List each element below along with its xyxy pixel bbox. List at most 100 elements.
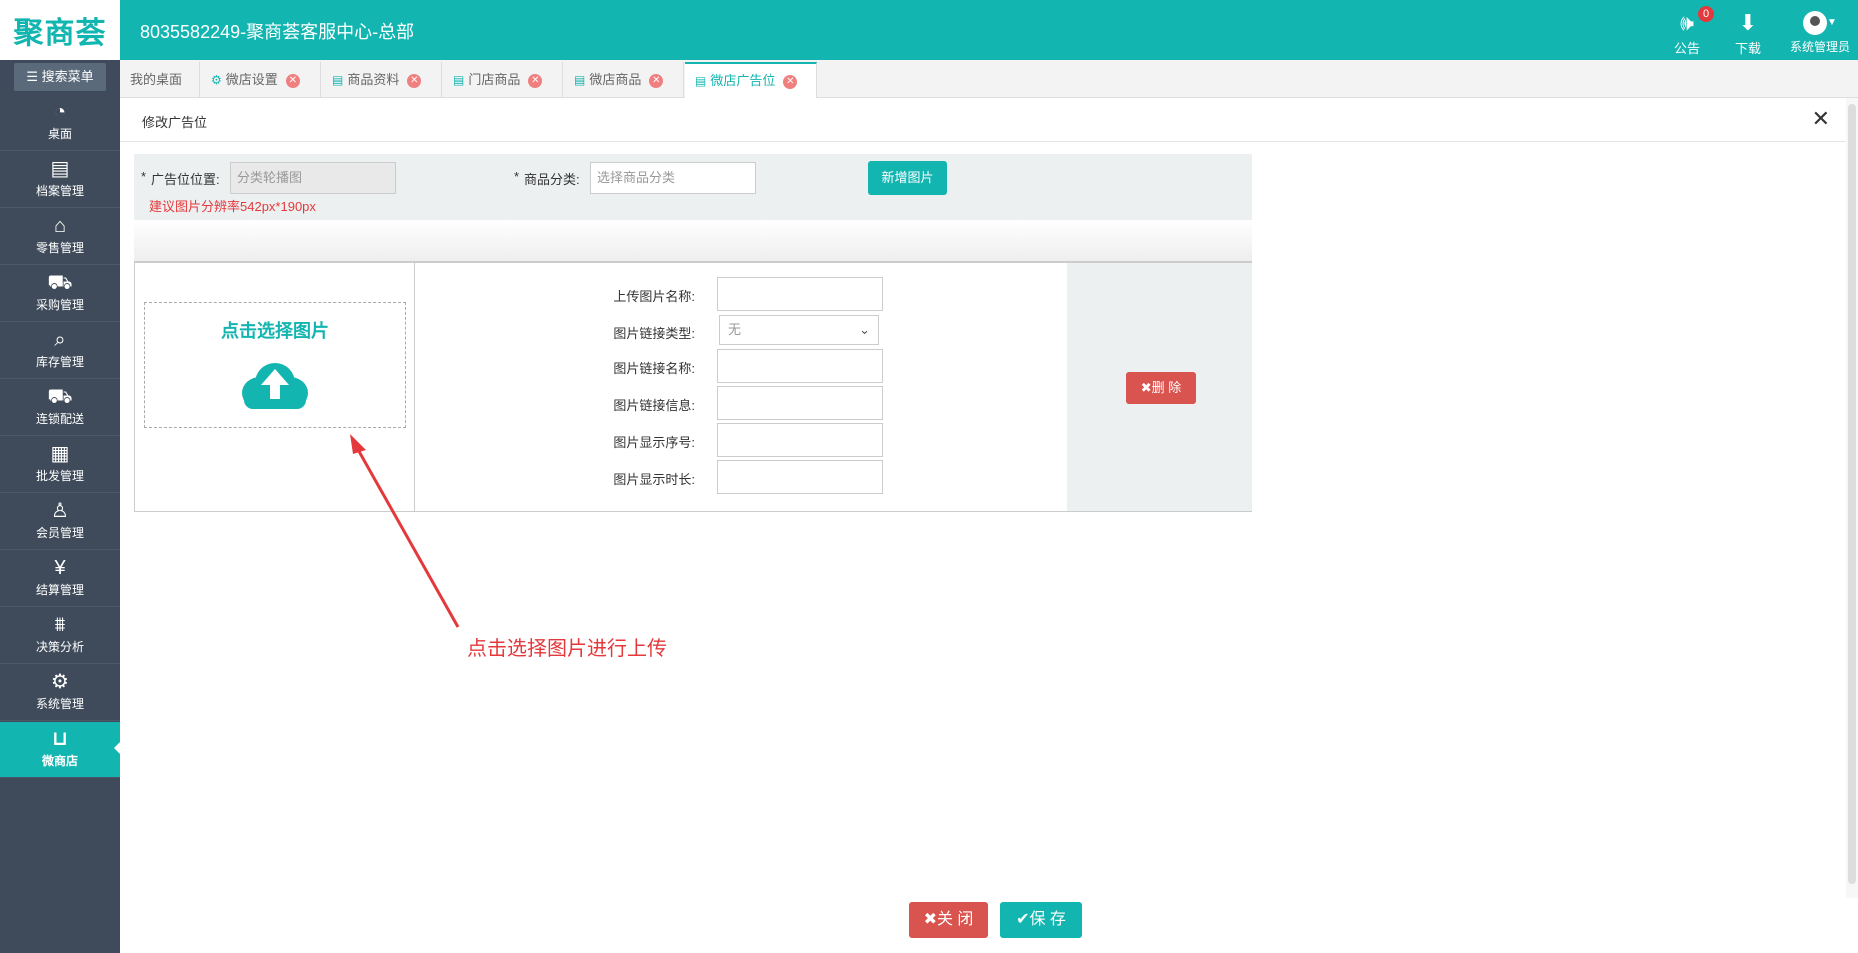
required-mark: * xyxy=(514,169,520,184)
position-label: 广告位位置: xyxy=(151,172,220,187)
sidebar-item-label: 桌面 xyxy=(47,127,72,141)
dashboard-icon: ◔ xyxy=(53,101,67,123)
resolution-hint: 建议图片分辨率542px*190px xyxy=(149,199,316,214)
cart-icon: ⛟ xyxy=(47,272,73,294)
category-label: 商品分类: xyxy=(524,172,580,187)
required-mark: * xyxy=(141,169,147,184)
sidebar-item-label: 决策分析 xyxy=(35,640,84,654)
notice-label: 公告 xyxy=(1673,41,1700,56)
search-menu-label: 搜索菜单 xyxy=(41,69,94,84)
sidebar-item-label: 档案管理 xyxy=(35,184,84,198)
link-info-input[interactable] xyxy=(717,386,883,420)
sidebar-item-label: 批发管理 xyxy=(35,469,84,483)
tab-product-info[interactable]: ▤ 商品资料 ✕ xyxy=(322,62,442,98)
field-label: 上传图片名称: xyxy=(613,289,695,304)
chevron-down-icon: ⌄ xyxy=(859,322,870,337)
field-label: 图片链接类型: xyxy=(613,326,695,341)
tab-label: 我的桌面 xyxy=(130,72,183,87)
tab-microstore-ads[interactable]: ▤ 微店广告位 ✕ xyxy=(685,62,817,99)
sidebar-item-label: 系统管理 xyxy=(35,697,84,711)
close-tab-icon[interactable]: ✕ xyxy=(649,73,664,88)
sidebar-item-desktop[interactable]: ◔ 桌面 xyxy=(0,95,120,151)
user-menu[interactable]: ▼ 系统管理员 xyxy=(1782,8,1858,56)
sidebar-item-purchase[interactable]: ⛟ 采购管理 xyxy=(0,266,120,322)
user-label: 系统管理员 xyxy=(1789,40,1850,54)
table-icon: ▤ xyxy=(332,73,344,87)
close-tab-icon[interactable]: ✕ xyxy=(783,74,798,89)
sidebar-item-label: 微商店 xyxy=(41,754,78,768)
avatar-icon xyxy=(1803,11,1828,35)
top-bar: 聚商荟 8035582249-聚商荟客服中心-总部 🕪 0 公告 ⬇ 下载 ▼ … xyxy=(0,0,1858,60)
sidebar-item-system[interactable]: ⚙ 系统管理 xyxy=(0,665,120,721)
table-icon: ▤ xyxy=(574,73,586,87)
truck-icon: ⛟ xyxy=(47,386,73,408)
save-button[interactable]: ✔保 存 xyxy=(1000,902,1082,938)
close-button[interactable]: ✖关 闭 xyxy=(909,902,988,938)
close-tab-icon[interactable]: ✕ xyxy=(528,73,543,88)
field-label: 图片链接名称: xyxy=(613,361,695,376)
display-order-input[interactable] xyxy=(717,423,883,457)
sidebar-item-microstore[interactable]: ⊔ 微商店 xyxy=(0,722,120,778)
sidebar-item-label: 连锁配送 xyxy=(35,412,84,426)
download-label: 下载 xyxy=(1734,41,1761,56)
link-type-value: 无 xyxy=(728,322,742,337)
scrollbar-thumb[interactable] xyxy=(1848,104,1856,884)
annotation-text: 点击选择图片进行上传 xyxy=(467,638,667,660)
field-label: 图片显示序号: xyxy=(613,435,695,450)
sidebar-item-delivery[interactable]: ⛟ 连锁配送 xyxy=(0,380,120,436)
sidebar-item-label: 零售管理 xyxy=(35,241,84,255)
tab-label: 微店设置 xyxy=(225,72,278,87)
delete-button[interactable]: ✖删 除 xyxy=(1126,372,1196,404)
field-label: 图片显示时长: xyxy=(613,472,695,487)
link-type-select[interactable]: 无 ⌄ xyxy=(719,315,879,345)
scrollbar[interactable] xyxy=(1846,98,1858,898)
link-name-input[interactable] xyxy=(717,349,883,383)
category-select-input[interactable]: 选择商品分类 xyxy=(590,162,756,194)
display-duration-input[interactable] xyxy=(717,460,883,494)
tab-microstore-products[interactable]: ▤ 微店商品 ✕ xyxy=(564,62,684,98)
sidebar: ☰ 搜索菜单 ◔ 桌面 ▤ 档案管理 ⌂ 零售管理 ⛟ 采购管理 ⌕ 库存管理 ⛟ 连锁配送… xyxy=(0,60,120,953)
image-name-input[interactable] xyxy=(717,277,883,311)
image-item: 点击选择图片 上传图片名称: 图片链接类型: 无 ⌄ 图片链接名称: 图片链接信息… xyxy=(134,262,1252,512)
download-icon: ⬇ xyxy=(1738,10,1758,35)
yen-icon: ¥ xyxy=(54,557,66,579)
section-divider xyxy=(134,220,1252,262)
sidebar-item-member[interactable]: ♙ 会员管理 xyxy=(0,494,120,550)
bag-icon: ⊔ xyxy=(52,728,68,750)
tab-my-desktop[interactable]: 我的桌面 xyxy=(120,62,200,98)
tab-store-products[interactable]: ▤ 门店商品 ✕ xyxy=(443,62,563,98)
image-action-cell: ✖删 除 xyxy=(1067,263,1252,511)
logo: 聚商荟 xyxy=(0,0,120,60)
sidebar-item-label: 库存管理 xyxy=(35,355,84,369)
add-image-button[interactable]: 新增图片 xyxy=(868,161,947,195)
sidebar-item-wholesale[interactable]: ▦ 批发管理 xyxy=(0,437,120,493)
panel-header: 修改广告位 ✕ xyxy=(120,98,1846,142)
field-label: 图片链接信息: xyxy=(613,398,695,413)
table-icon: ▤ xyxy=(695,74,707,88)
menu-list-icon: ☰ xyxy=(26,69,42,84)
gear-icon: ⚙ xyxy=(51,671,69,693)
close-icon[interactable]: ✕ xyxy=(1812,106,1830,132)
position-field: 分类轮播图 xyxy=(230,162,396,194)
document-icon: ▦ xyxy=(50,443,70,465)
gear-icon: ⚙ xyxy=(211,73,222,87)
chevron-down-icon: ▼ xyxy=(1827,17,1837,28)
app-title: 8035582249-聚商荟客服中心-总部 xyxy=(140,22,415,42)
close-tab-icon[interactable]: ✕ xyxy=(285,73,300,88)
chart-icon: ⩩ xyxy=(54,614,66,636)
tab-label: 微店广告位 xyxy=(710,73,776,88)
notice-button[interactable]: 🕪 0 公告 xyxy=(1652,6,1722,56)
table-icon: ▤ xyxy=(453,73,465,87)
tab-microstore-settings[interactable]: ⚙ 微店设置 ✕ xyxy=(201,62,321,98)
tab-label: 门店商品 xyxy=(468,72,521,87)
sidebar-item-settlement[interactable]: ¥ 结算管理 xyxy=(0,551,120,607)
sidebar-item-analysis[interactable]: ⩩ 决策分析 xyxy=(0,608,120,664)
tab-label: 微店商品 xyxy=(589,72,642,87)
store-icon: ⌂ xyxy=(53,215,67,237)
sidebar-item-retail[interactable]: ⌂ 零售管理 xyxy=(0,209,120,265)
sidebar-item-inventory[interactable]: ⌕ 库存管理 xyxy=(0,323,120,379)
sidebar-item-archive[interactable]: ▤ 档案管理 xyxy=(0,152,120,208)
download-button[interactable]: ⬇ 下载 xyxy=(1713,8,1783,56)
search-menu-button[interactable]: ☰ 搜索菜单 xyxy=(14,63,106,91)
close-tab-icon[interactable]: ✕ xyxy=(407,73,422,88)
